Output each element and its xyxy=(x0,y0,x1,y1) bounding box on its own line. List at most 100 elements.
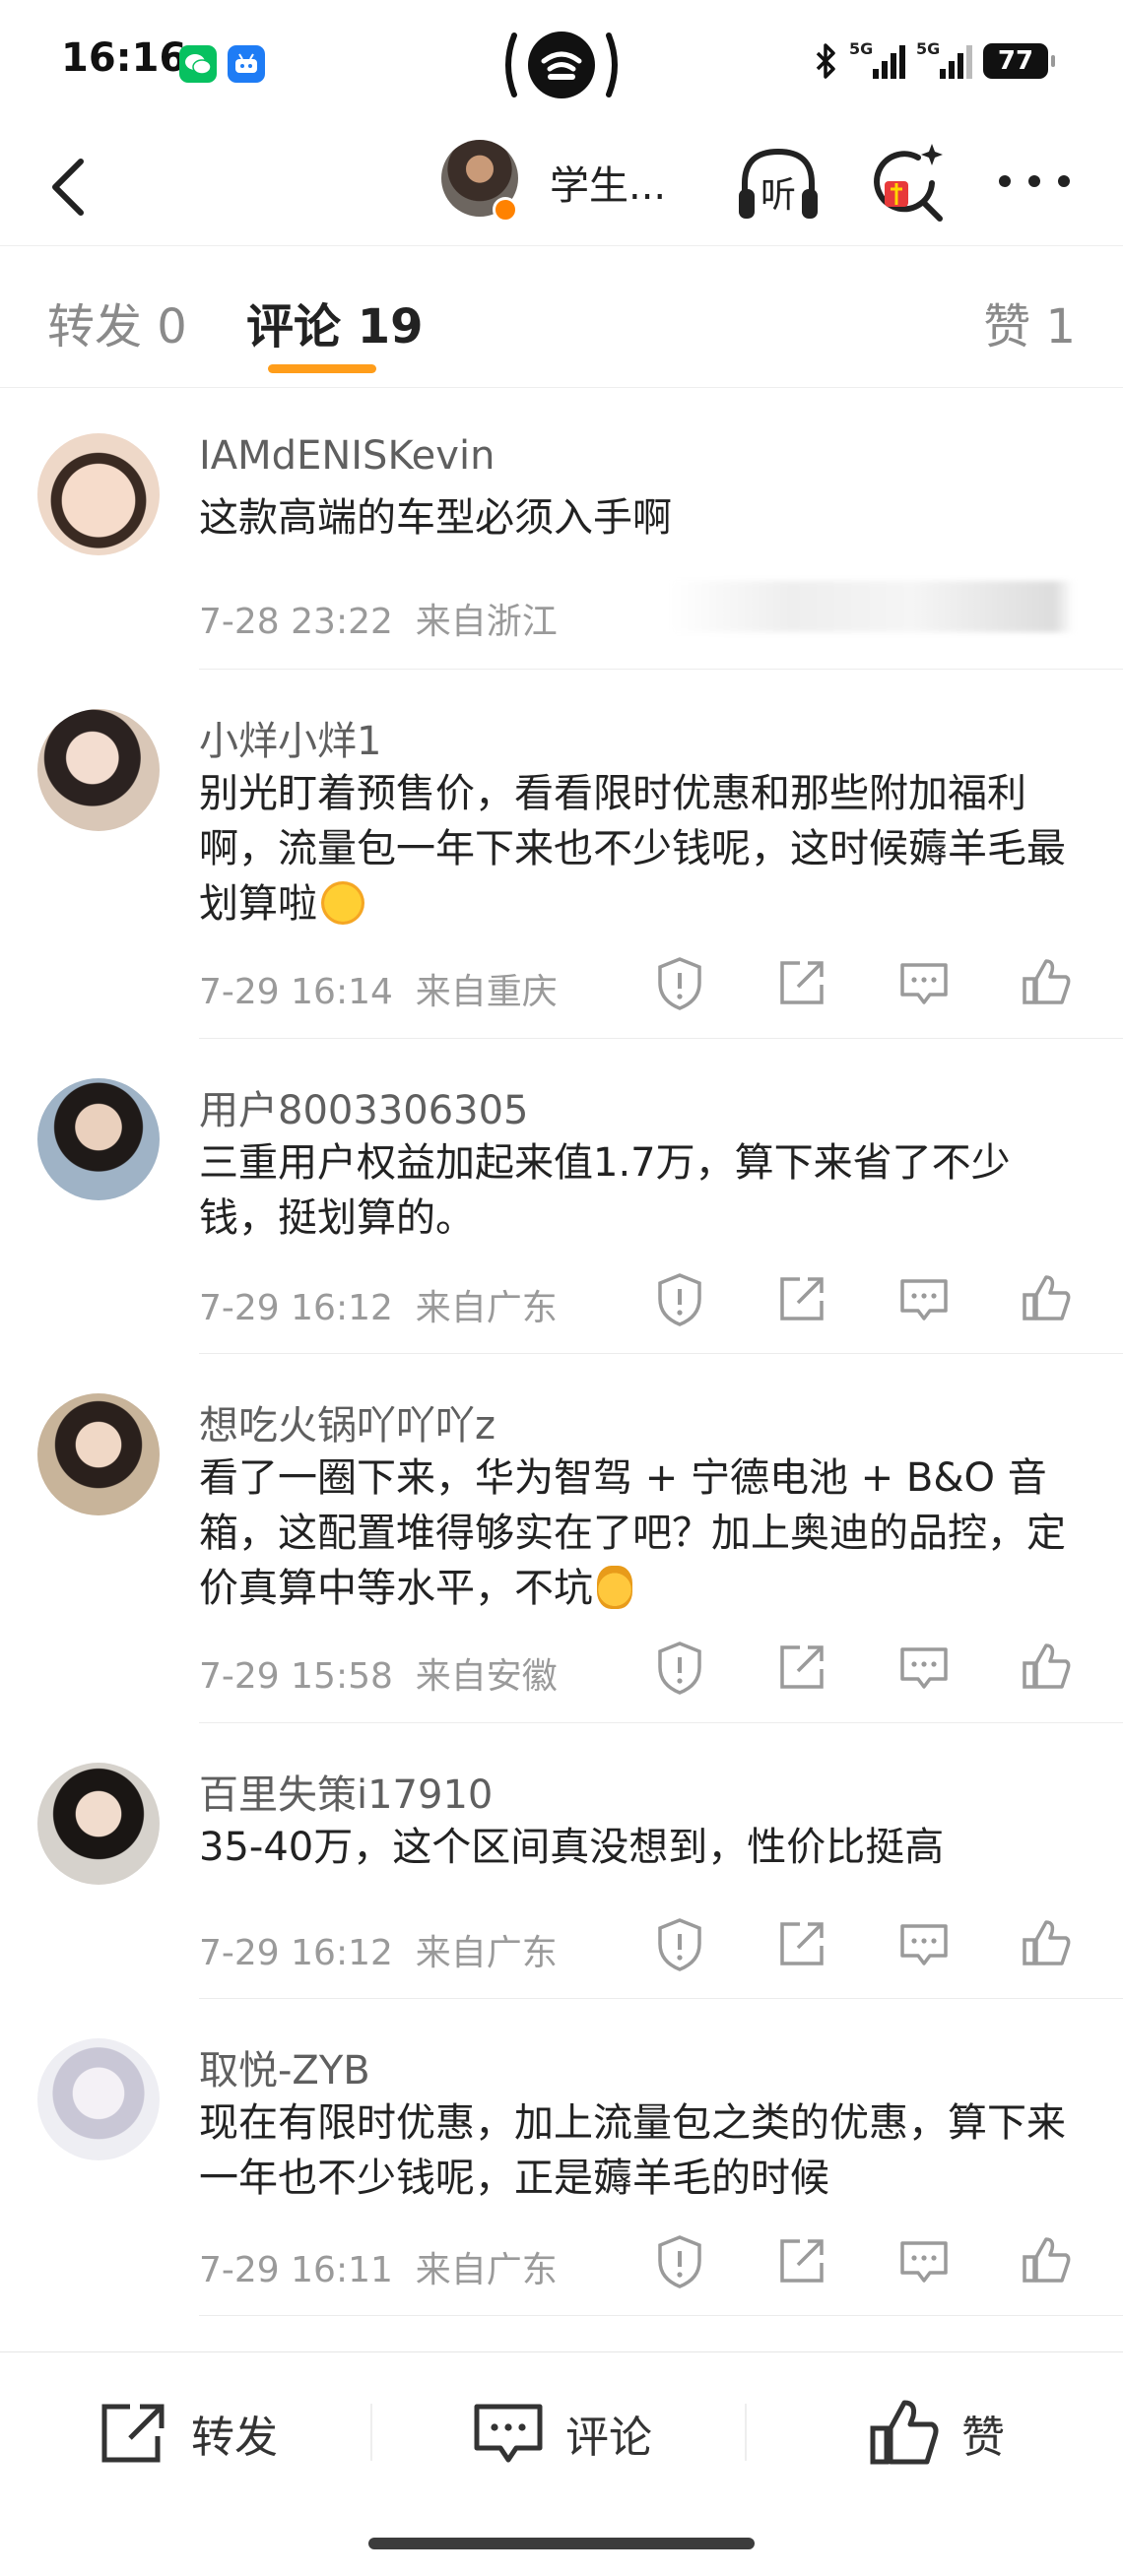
comment-text-content: 看了一圈下来，华为智驾 + 宁德电池 + B&O 音箱，这配置堆得够实在了吧？加… xyxy=(199,1455,1066,1611)
comment-item: 用户8003306305 三重用户权益加起来值1.7万，算下来省了不少钱，挺划算… xyxy=(0,1039,1123,1354)
like-button[interactable]: 赞 xyxy=(867,2394,1005,2473)
tab-repost[interactable]: 转发 0 xyxy=(47,288,187,356)
comment-username[interactable]: 小烊小烊1 xyxy=(199,709,381,766)
comment-meta: 7-29 16:14 来自重庆 xyxy=(199,963,558,1014)
comment-username[interactable]: 用户8003306305 xyxy=(199,1078,529,1135)
comment-time: 7-28 23:22 xyxy=(199,602,393,642)
comment-meta: 7-29 16:11 来自广东 xyxy=(199,2241,558,2292)
home-indicator[interactable] xyxy=(368,2538,755,2549)
reply-icon[interactable] xyxy=(894,1914,954,1973)
status-bar: 16:16 5G 5G 77 xyxy=(0,0,1123,128)
comment-location: 来自重庆 xyxy=(415,972,558,1012)
reply-icon[interactable] xyxy=(894,953,954,1012)
user-avatar[interactable] xyxy=(37,1393,160,1515)
user-avatar[interactable] xyxy=(37,1763,160,1885)
report-icon[interactable] xyxy=(650,1914,709,1973)
comment-icon xyxy=(474,2404,543,2463)
bluetooth-icon xyxy=(816,43,835,79)
like-icon[interactable] xyxy=(1017,953,1076,1012)
verified-badge-icon xyxy=(493,197,518,223)
comment-text: 三重用户权益加起来值1.7万，算下来省了不少钱，挺划算的。 xyxy=(199,1140,1011,1241)
author-name[interactable]: 学生... xyxy=(550,154,666,211)
report-icon[interactable] xyxy=(650,1269,709,1328)
share-icon[interactable] xyxy=(772,1638,831,1697)
comment-item: 想吃火锅吖吖吖z 看了一圈下来，华为智驾 + 宁德电池 + B&O 音箱，这配置… xyxy=(0,1354,1123,1723)
tab-comment[interactable]: 评论 19 xyxy=(246,288,424,356)
signal-icon-1: 5G xyxy=(849,39,906,83)
bottom-action-bar: 转发 评论 赞 xyxy=(0,2351,1123,2576)
share-icon[interactable] xyxy=(772,953,831,1012)
headphones-icon: 听 xyxy=(739,148,818,219)
comment-time: 7-29 15:58 xyxy=(199,1656,393,1697)
bottom-separator xyxy=(745,2404,747,2461)
comment-label: 评论 xyxy=(565,2413,652,2463)
comment-location: 来自安徽 xyxy=(415,1656,558,1697)
back-arrow-icon[interactable] xyxy=(37,150,106,225)
listen-button[interactable]: 听 xyxy=(733,138,824,228)
comment-text: 35-40万，这个区间真没想到，性价比挺高 xyxy=(199,1825,945,1870)
user-avatar[interactable] xyxy=(37,1078,160,1200)
repost-icon xyxy=(101,2404,165,2463)
ai-search-icon[interactable] xyxy=(867,138,948,228)
battery-indicator: 77 xyxy=(983,43,1055,79)
comment-meta: 7-29 16:12 来自广东 xyxy=(199,1924,558,1975)
comment-meta: 7-28 23:22 来自浙江 xyxy=(199,593,558,644)
hotspot-island-icon xyxy=(505,32,618,98)
signal-icon-2: 5G xyxy=(916,39,973,83)
more-icon[interactable] xyxy=(993,152,1076,211)
comment-item: 小烊小烊1 别光盯着预售价，看看限时优惠和那些附加福利啊，流量包一年下来也不少钱… xyxy=(0,670,1123,1039)
svg-text:听: 听 xyxy=(760,175,796,216)
wechat-notification-icon xyxy=(179,45,217,83)
nav-bar: 学生... 听 xyxy=(0,128,1123,246)
like-icon[interactable] xyxy=(1017,2231,1076,2290)
like-icon[interactable] xyxy=(1017,1638,1076,1697)
comment-item: IAMdENISKevin 这款高端的车型必须入手啊 7-28 23:22 来自… xyxy=(0,388,1123,670)
repost-button[interactable]: 转发 xyxy=(97,2394,278,2473)
comment-item: 取悦-ZYB 现在有限时优惠，加上流量包之类的优惠，算下来一年也不少钱呢，正是薅… xyxy=(0,1999,1123,2316)
comment-location: 来自浙江 xyxy=(415,602,558,642)
reply-icon[interactable] xyxy=(894,2231,954,2290)
bottom-separator xyxy=(370,2404,372,2461)
user-avatar[interactable] xyxy=(37,433,160,555)
app-notification-icon xyxy=(228,45,265,83)
share-icon[interactable] xyxy=(772,1269,831,1328)
status-indicators: 5G 5G 77 xyxy=(814,39,1055,83)
comment-username[interactable]: IAMdENISKevin xyxy=(199,433,495,479)
share-icon[interactable] xyxy=(772,2231,831,2290)
comment-divider xyxy=(199,2315,1123,2316)
report-icon[interactable] xyxy=(650,1638,709,1697)
report-icon[interactable] xyxy=(650,2231,709,2290)
comment-time: 7-29 16:12 xyxy=(199,1288,393,1328)
reply-icon[interactable] xyxy=(894,1269,954,1328)
user-avatar[interactable] xyxy=(37,709,160,831)
like-label: 赞 xyxy=(961,2413,1005,2463)
comment-text: 别光盯着预售价，看看限时优惠和那些附加福利啊，流量包一年下来也不少钱呢，这时候薅… xyxy=(199,766,1086,932)
blurred-actions xyxy=(670,581,1074,632)
like-icon[interactable] xyxy=(1017,1914,1076,1973)
like-icon[interactable] xyxy=(1017,1269,1076,1328)
comment-username[interactable]: 想吃火锅吖吖吖z xyxy=(199,1393,495,1450)
comment-time: 7-29 16:11 xyxy=(199,2250,393,2290)
comment-time: 7-29 16:12 xyxy=(199,1933,393,1973)
status-time: 16:16 xyxy=(61,35,187,81)
comment-username[interactable]: 取悦-ZYB xyxy=(199,2038,370,2095)
thumbs-up-icon xyxy=(870,2400,939,2465)
comment-time: 7-29 16:14 xyxy=(199,972,393,1012)
reply-icon[interactable] xyxy=(894,1638,954,1697)
active-tab-indicator xyxy=(268,364,376,373)
comment-location: 来自广东 xyxy=(415,2250,558,2290)
comment-meta: 7-29 16:12 来自广东 xyxy=(199,1279,558,1330)
comment-text: 现在有限时优惠，加上流量包之类的优惠，算下来一年也不少钱呢，正是薅羊毛的时候 xyxy=(199,2100,1066,2201)
tab-like[interactable]: 赞 1 xyxy=(983,288,1076,356)
comment-button[interactable]: 评论 xyxy=(471,2394,652,2473)
report-icon[interactable] xyxy=(650,953,709,1012)
tabs: 转发 0 评论 19 赞 1 xyxy=(0,246,1123,388)
ok-hand-emoji-icon xyxy=(597,1566,632,1609)
comment-username[interactable]: 百里失策i17910 xyxy=(199,1763,493,1820)
share-icon[interactable] xyxy=(772,1914,831,1973)
comment-meta: 7-29 15:58 来自安徽 xyxy=(199,1647,558,1699)
comment-item: 百里失策i17910 35-40万，这个区间真没想到，性价比挺高 7-29 16… xyxy=(0,1723,1123,1999)
comment-location: 来自广东 xyxy=(415,1933,558,1973)
user-avatar[interactable] xyxy=(37,2038,160,2160)
comment-location: 来自广东 xyxy=(415,1288,558,1328)
